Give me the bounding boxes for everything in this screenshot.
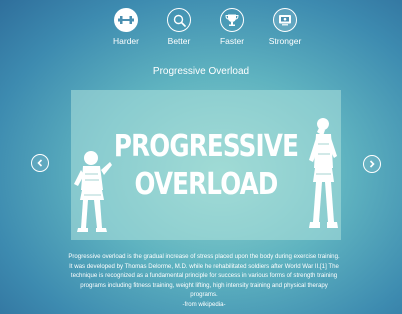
nav-label-faster: Faster [219, 36, 245, 46]
description-text: Progressive overload is the gradual incr… [44, 252, 364, 310]
chevron-left-icon [37, 159, 43, 167]
nav-item-harder[interactable]: Harder [96, 8, 156, 46]
top-nav: Harder Better Faster Stronger [0, 8, 402, 52]
description-line: programs including fitness training, wei… [80, 281, 328, 289]
monitor-icon [273, 8, 297, 32]
banner-title-line1: PROGRESSIVE [113, 129, 299, 164]
banner-title: PROGRESSIVE OVERLOAD [95, 128, 316, 204]
nav-label-better: Better [167, 36, 191, 46]
chevron-right-icon [369, 160, 375, 168]
right-athlete-figure [309, 118, 338, 228]
previous-slide-button[interactable] [31, 154, 49, 172]
magnifier-icon [167, 8, 191, 32]
hero-banner: PROGRESSIVE OVERLOAD [71, 90, 341, 240]
description-source: -from wikipedia- [182, 300, 226, 308]
description-line: programs. [190, 291, 218, 299]
description-line: It was developed by Thomas Delorme, M.D.… [69, 262, 339, 270]
next-slide-button[interactable] [363, 155, 381, 173]
banner-title-line2: OVERLOAD [134, 167, 279, 202]
description-line: Progressive overload is the gradual incr… [68, 253, 340, 260]
nav-item-faster[interactable]: Faster [202, 8, 262, 46]
page-title: Progressive Overload [152, 66, 250, 77]
dumbbell-icon [114, 8, 138, 32]
description-line: technique is recognized as a fundamental… [70, 272, 338, 280]
nav-label-stronger: Stronger [268, 36, 302, 46]
trophy-icon [220, 8, 244, 32]
nav-label-harder: Harder [113, 36, 139, 46]
nav-item-better[interactable]: Better [149, 8, 209, 46]
nav-item-stronger[interactable]: Stronger [255, 8, 315, 46]
